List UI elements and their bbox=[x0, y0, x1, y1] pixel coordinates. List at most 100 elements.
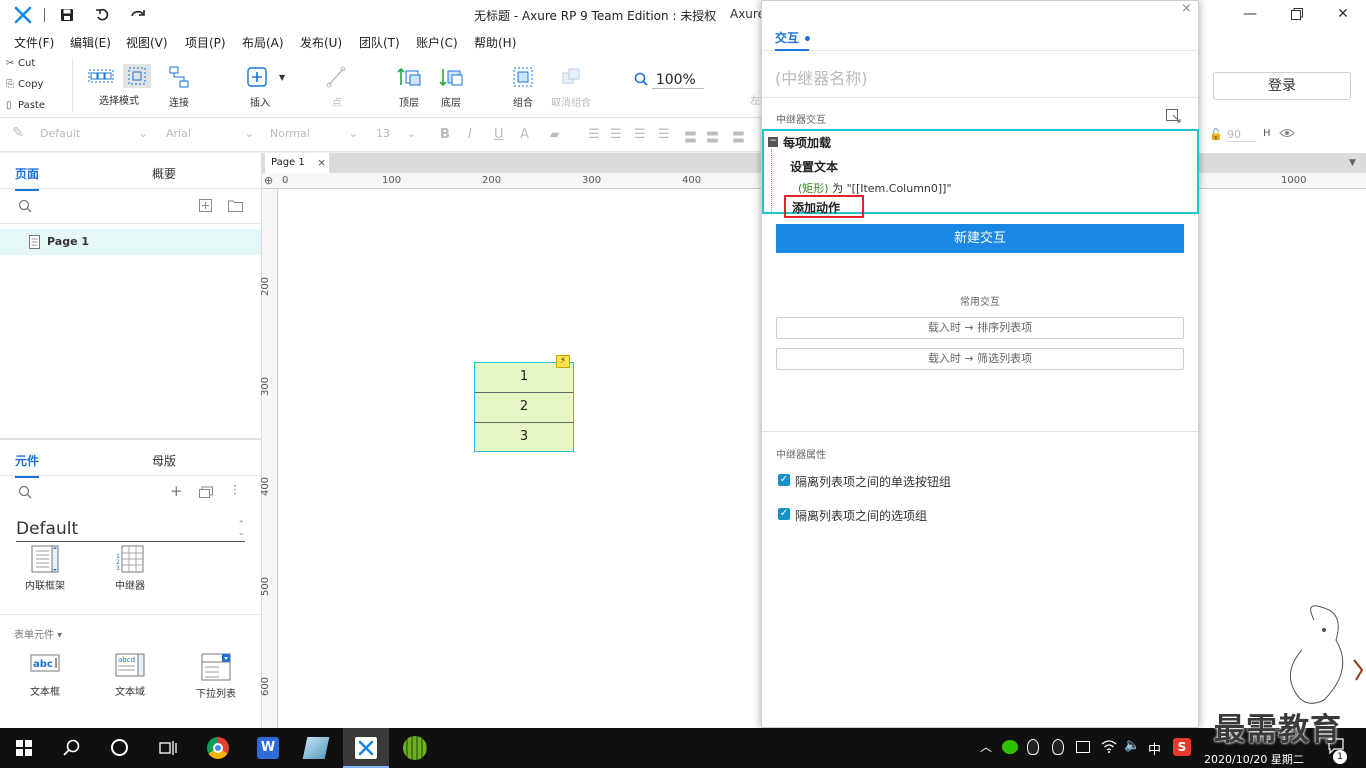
connect-button[interactable]: 连接 bbox=[163, 64, 195, 109]
menu-arrange[interactable]: 布局(A) bbox=[242, 34, 284, 51]
collapse-icon[interactable]: − bbox=[768, 137, 778, 147]
pages-search-icon[interactable] bbox=[18, 199, 32, 216]
action-detail[interactable]: (矩形) 为 "[[Item.Column0]]" bbox=[798, 180, 952, 196]
menu-project[interactable]: 项目(P) bbox=[185, 34, 226, 51]
italic-icon[interactable]: I bbox=[468, 127, 472, 142]
task-view-icon[interactable] bbox=[159, 739, 177, 760]
align-right-icon[interactable]: ☰ bbox=[634, 127, 646, 142]
visibility-eye-icon[interactable] bbox=[1279, 127, 1295, 142]
widget-inline-frame[interactable]: 内联框架 bbox=[16, 545, 74, 592]
height-input[interactable]: 90 bbox=[1227, 128, 1257, 142]
wechat-tray-icon[interactable] bbox=[1002, 740, 1018, 754]
menu-help[interactable]: 帮助(H) bbox=[474, 34, 516, 51]
ime-indicator[interactable]: 中 bbox=[1148, 739, 1161, 758]
repeater-widget[interactable]: 1 2 3 bbox=[474, 362, 574, 452]
taskbar-datetime[interactable]: 2020/10/20 星期二 bbox=[1204, 751, 1304, 767]
tray-expand-icon[interactable]: ︿ bbox=[980, 738, 992, 755]
login-button[interactable]: 登录 bbox=[1213, 72, 1351, 100]
valign-middle-icon[interactable]: 〓 bbox=[706, 127, 719, 146]
copy-button[interactable]: ⎘ Copy bbox=[6, 79, 43, 90]
underline-icon[interactable]: U bbox=[494, 127, 504, 142]
paste-button[interactable]: ▯ Paste bbox=[6, 100, 45, 111]
library-stack-icon[interactable] bbox=[199, 486, 213, 501]
align-left-icon[interactable]: ☰ bbox=[588, 127, 600, 142]
interaction-lightning-icon[interactable]: ⚡ bbox=[556, 355, 570, 368]
axure-taskbar-button[interactable] bbox=[343, 728, 389, 768]
isolate-radio-checkbox[interactable]: ✓ bbox=[778, 474, 790, 486]
form-section-title[interactable]: 表单元件 ▾ bbox=[14, 626, 62, 641]
menu-publish[interactable]: 发布(U) bbox=[300, 34, 342, 51]
onload-sort-button[interactable]: 载入时 → 排序列表项 bbox=[776, 317, 1184, 339]
tab-widgets[interactable]: 元件 bbox=[15, 452, 40, 478]
onload-filter-button[interactable]: 载入时 → 筛选列表项 bbox=[776, 348, 1184, 370]
send-back-button[interactable]: 底层 bbox=[436, 64, 466, 109]
cut-button[interactable]: ✂ Cut bbox=[6, 58, 35, 69]
library-dropdown[interactable]: Default ⌃ ⌄ bbox=[16, 519, 245, 542]
tabs-overflow-icon[interactable]: ▼ bbox=[1349, 158, 1356, 168]
windows-start-icon[interactable] bbox=[16, 740, 32, 759]
repeater-item[interactable]: 3 bbox=[475, 423, 573, 451]
group-button[interactable]: 组合 bbox=[508, 64, 538, 109]
zoom-value[interactable]: 100% bbox=[651, 72, 704, 89]
device-tray-icon[interactable] bbox=[1076, 741, 1090, 753]
bring-front-button[interactable]: 顶层 bbox=[394, 64, 424, 109]
restore-icon[interactable] bbox=[1287, 7, 1307, 25]
axure-logo-icon[interactable] bbox=[14, 6, 32, 27]
menu-edit[interactable]: 编辑(E) bbox=[70, 34, 111, 51]
menu-file[interactable]: 文件(F) bbox=[14, 34, 54, 51]
tab-page-1[interactable]: Page 1 × bbox=[265, 153, 329, 173]
sogou-ime-icon[interactable]: S bbox=[1173, 738, 1191, 756]
repeater-item[interactable]: 2 bbox=[475, 393, 573, 423]
page-item[interactable]: Page 1 bbox=[0, 229, 261, 255]
taskbar-search-icon[interactable] bbox=[63, 739, 81, 760]
redo-icon[interactable] bbox=[130, 7, 146, 26]
zoom-control[interactable]: 100% bbox=[634, 72, 704, 89]
point-button[interactable]: 点 bbox=[322, 64, 352, 109]
widget-repeater[interactable]: 123 中继器 bbox=[100, 545, 160, 592]
widget-dropdown[interactable]: 下拉列表 bbox=[186, 653, 246, 700]
text-highlight-icon[interactable]: ▰ bbox=[550, 127, 559, 141]
more-vertical-icon[interactable]: · · · bbox=[233, 480, 237, 500]
valign-top-icon[interactable]: 〓 bbox=[684, 127, 697, 146]
widget-textbox[interactable]: abc 文本框 bbox=[16, 653, 74, 698]
notepad-app-icon[interactable] bbox=[302, 737, 330, 759]
app-green-icon[interactable] bbox=[403, 736, 427, 760]
tab-interactions[interactable]: 交互 bbox=[775, 29, 810, 51]
add-folder-icon[interactable] bbox=[228, 199, 243, 215]
select-contain-icon[interactable] bbox=[123, 64, 151, 88]
minimize-icon[interactable]: — bbox=[1240, 6, 1260, 24]
font-size-dropdown[interactable]: 13 ⌄ bbox=[376, 127, 416, 140]
font-dropdown[interactable]: Arial ⌄ bbox=[166, 127, 256, 140]
menu-account[interactable]: 账户(C) bbox=[416, 34, 458, 51]
widgets-search-icon[interactable] bbox=[18, 485, 32, 502]
style-dropdown[interactable]: Default ⌄ bbox=[40, 127, 150, 140]
font-weight-dropdown[interactable]: Normal ⌄ bbox=[270, 127, 360, 140]
font-color-icon[interactable]: A bbox=[520, 127, 529, 142]
new-interaction-button[interactable]: 新建交互 bbox=[776, 224, 1184, 253]
tab-outline[interactable]: 概要 bbox=[152, 165, 176, 182]
cortana-icon[interactable] bbox=[111, 739, 128, 756]
chrome-icon[interactable] bbox=[207, 737, 229, 759]
add-action-link[interactable]: 添加动作 bbox=[784, 195, 864, 218]
save-icon[interactable] bbox=[60, 8, 74, 25]
justify-icon[interactable]: ☰ bbox=[658, 127, 670, 142]
menu-team[interactable]: 团队(T) bbox=[359, 34, 400, 51]
bold-icon[interactable]: B bbox=[440, 127, 450, 142]
action-settext[interactable]: 设置文本 bbox=[790, 158, 838, 175]
close-panel-icon[interactable]: × bbox=[1181, 1, 1192, 16]
valign-bottom-icon[interactable]: 〓 bbox=[732, 127, 745, 146]
align-center-icon[interactable]: ☰ bbox=[610, 127, 622, 142]
insert-button[interactable]: ▼ 插入 bbox=[240, 64, 285, 109]
select-mode-button[interactable]: 选择模式 bbox=[84, 64, 154, 107]
organize-actions-icon[interactable] bbox=[1166, 109, 1182, 126]
tab-masters[interactable]: 母版 bbox=[152, 452, 176, 469]
wps-writer-icon[interactable]: W bbox=[257, 737, 279, 759]
isolate-selection-checkbox[interactable]: ✓ bbox=[778, 508, 790, 520]
ungroup-button[interactable]: 取消组合 bbox=[548, 64, 594, 109]
widget-textarea[interactable]: abcd 文本域 bbox=[100, 653, 160, 698]
wifi-icon[interactable] bbox=[1101, 738, 1117, 757]
add-page-icon[interactable] bbox=[199, 199, 212, 215]
undo-icon[interactable] bbox=[95, 7, 111, 26]
close-tab-icon[interactable]: × bbox=[317, 156, 326, 169]
tab-pages[interactable]: 页面 bbox=[15, 165, 40, 191]
